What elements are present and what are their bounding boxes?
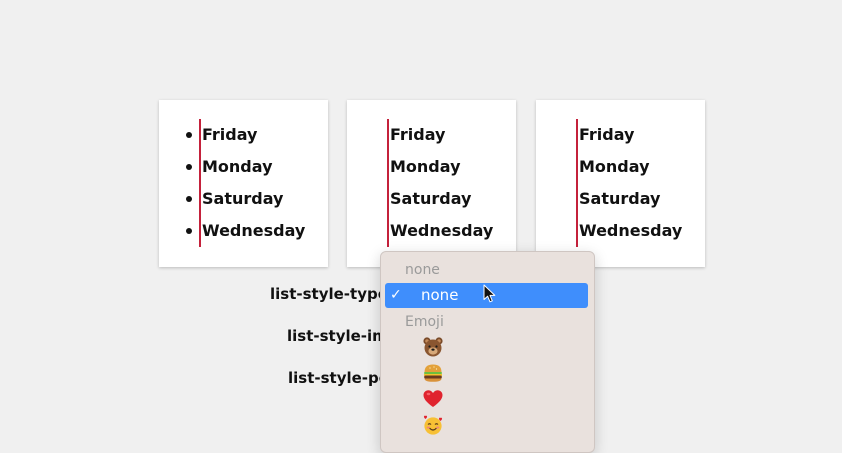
- list-item: Monday: [390, 157, 461, 176]
- hamburger-icon[interactable]: [422, 362, 444, 384]
- list-item: Friday: [390, 125, 446, 144]
- bullet-marker: [186, 164, 192, 170]
- marker-boundary-line: [387, 119, 389, 247]
- marker-boundary-line: [199, 119, 201, 247]
- smiling-face-with-hearts-icon[interactable]: [422, 414, 444, 436]
- list-item: Saturday: [390, 189, 472, 208]
- list-style-type-dropdown[interactable]: none ✓ none Emoji: [380, 251, 595, 453]
- list-item: Saturday: [579, 189, 661, 208]
- list-preview-card-2: Friday Monday Saturday Wednesday: [347, 100, 516, 267]
- bear-face-icon[interactable]: [422, 336, 444, 358]
- list-style-type-label: list-style-type:: [270, 285, 394, 303]
- list-item: Saturday: [202, 189, 284, 208]
- mouse-pointer-icon: [483, 284, 496, 303]
- red-heart-icon[interactable]: [422, 388, 444, 410]
- dropdown-group-header-emoji: Emoji: [405, 314, 444, 330]
- list-item: Wednesday: [579, 221, 683, 240]
- list-item: Friday: [579, 125, 635, 144]
- bullet-marker: [186, 228, 192, 234]
- list-item: Wednesday: [390, 221, 494, 240]
- list-preview-card-1: Friday Monday Saturday Wednesday: [159, 100, 328, 267]
- checkmark-icon: ✓: [390, 287, 402, 303]
- list-preview-card-3: Friday Monday Saturday Wednesday: [536, 100, 705, 267]
- dropdown-option-label: none: [421, 286, 459, 304]
- list-item: Monday: [579, 157, 650, 176]
- list-item: Friday: [202, 125, 258, 144]
- marker-boundary-line: [576, 119, 578, 247]
- dropdown-group-header-none: none: [405, 262, 440, 278]
- list-item: Wednesday: [202, 221, 306, 240]
- list-item: Monday: [202, 157, 273, 176]
- bullet-marker: [186, 132, 192, 138]
- bullet-marker: [186, 196, 192, 202]
